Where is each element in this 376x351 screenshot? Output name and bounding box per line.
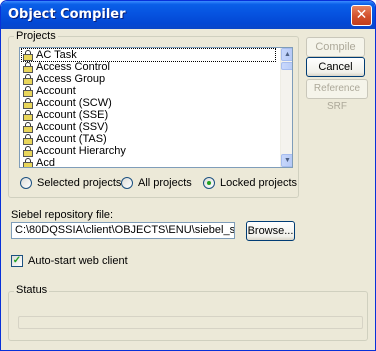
list-item-label: Account (SSV) [36,121,109,133]
chevron-up-icon: ▲ [284,51,291,58]
projects-list[interactable]: AC Task Access Control Access Group Account… [19,47,293,168]
title-bar[interactable]: Object Compiler ✕ [1,1,375,29]
close-icon: ✕ [355,7,368,23]
object-compiler-dialog: Object Compiler ✕ Projects AC Task Access… [0,0,376,351]
close-button[interactable]: ✕ [351,5,372,26]
dialog-body: Projects AC Task Access Control Access Gro… [4,29,372,348]
list-item-label: Acd [36,157,55,168]
repository-label: Siebel repository file: [11,209,114,221]
radio-all-projects-label: All projects [138,177,192,189]
auto-start-checkbox[interactable]: ✓ [11,255,23,267]
projects-group-label: Projects [14,30,58,42]
list-item[interactable]: Access Control [22,61,110,73]
scroll-thumb[interactable] [281,62,292,70]
list-item-label: Access Control [36,61,110,73]
repository-path-field[interactable]: C:\80DQSSIA\client\OBJECTS\ENU\siebel_si… [11,222,235,239]
auto-start-option[interactable]: ✓ Auto-start web client [11,255,128,267]
status-progress-bar [18,316,363,329]
projects-scrollbar[interactable]: ▲ ▼ [280,48,292,167]
radio-selected-projects-label: Selected projects [37,177,122,189]
lock-icon [22,157,34,167]
list-item[interactable]: Access Group [22,73,105,85]
cancel-button[interactable]: Cancel [306,57,365,77]
list-item-label: Account [36,85,76,97]
auto-start-label: Auto-start web client [28,255,128,267]
radio-selected-projects-control[interactable] [20,177,32,189]
radio-locked-projects-control[interactable] [203,177,215,189]
scroll-up-button[interactable]: ▲ [281,48,292,61]
lock-icon [22,97,34,109]
list-item[interactable]: Account (TAS) [22,133,107,145]
browse-button[interactable]: Browse... [246,221,295,241]
radio-locked-projects[interactable]: Locked projects [203,177,297,189]
radio-selected-projects[interactable]: Selected projects [20,177,121,189]
lock-icon [22,49,34,61]
list-item-label: Access Group [36,73,106,85]
radio-all-projects[interactable]: All projects [121,177,192,189]
list-item[interactable]: Acd [22,157,55,168]
list-item[interactable]: Account [22,85,76,97]
list-item-label: Account (SCW) [36,97,112,109]
list-item[interactable]: Account (SSE) [22,109,108,121]
status-group-label: Status [14,284,50,296]
lock-icon [22,109,34,121]
lock-icon [22,133,34,145]
list-item-label: Account Hierarchy [36,145,126,157]
lock-icon [22,73,34,85]
reference-srf-button[interactable]: Reference SRF [306,79,368,112]
list-item-label: Account (SSE) [36,109,109,121]
lock-icon [22,61,34,73]
list-item-label: AC Task [36,49,77,61]
list-item[interactable]: Account Hierarchy [22,145,126,157]
radio-locked-projects-label: Locked projects [220,177,298,189]
lock-icon [22,121,34,133]
window-title: Object Compiler [8,7,126,22]
scroll-down-button[interactable]: ▼ [281,154,292,167]
list-item[interactable]: Account (SCW) [22,97,112,109]
radio-all-projects-control[interactable] [121,177,133,189]
lock-icon [22,85,34,97]
list-item[interactable]: Account (SSV) [22,121,108,133]
list-item-label: Account (TAS) [36,133,107,145]
chevron-down-icon: ▼ [284,157,291,164]
list-item[interactable]: AC Task [21,48,276,62]
lock-icon [22,145,34,157]
compile-button[interactable]: Compile [306,37,365,57]
